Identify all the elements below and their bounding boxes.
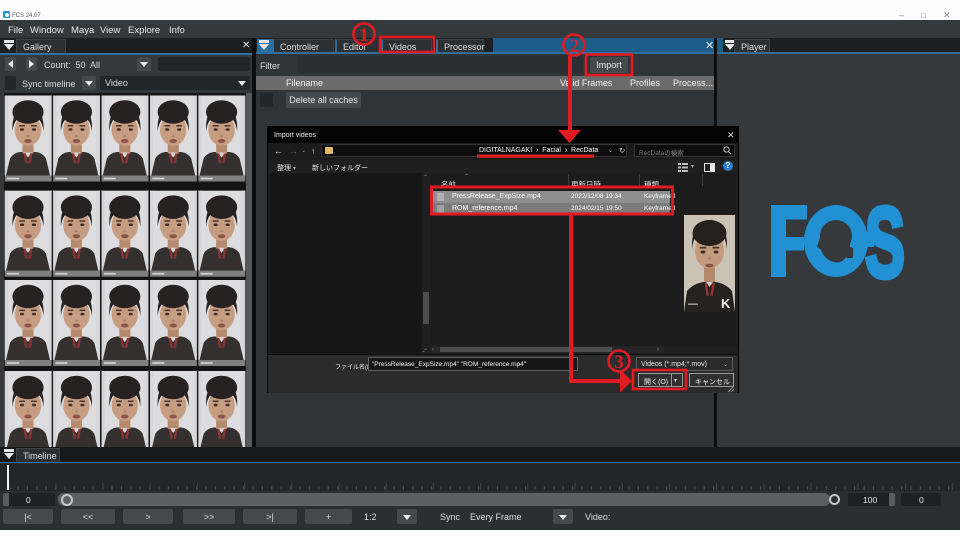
svg-text:S: S <box>865 193 905 293</box>
svg-text:K: K <box>721 296 731 311</box>
